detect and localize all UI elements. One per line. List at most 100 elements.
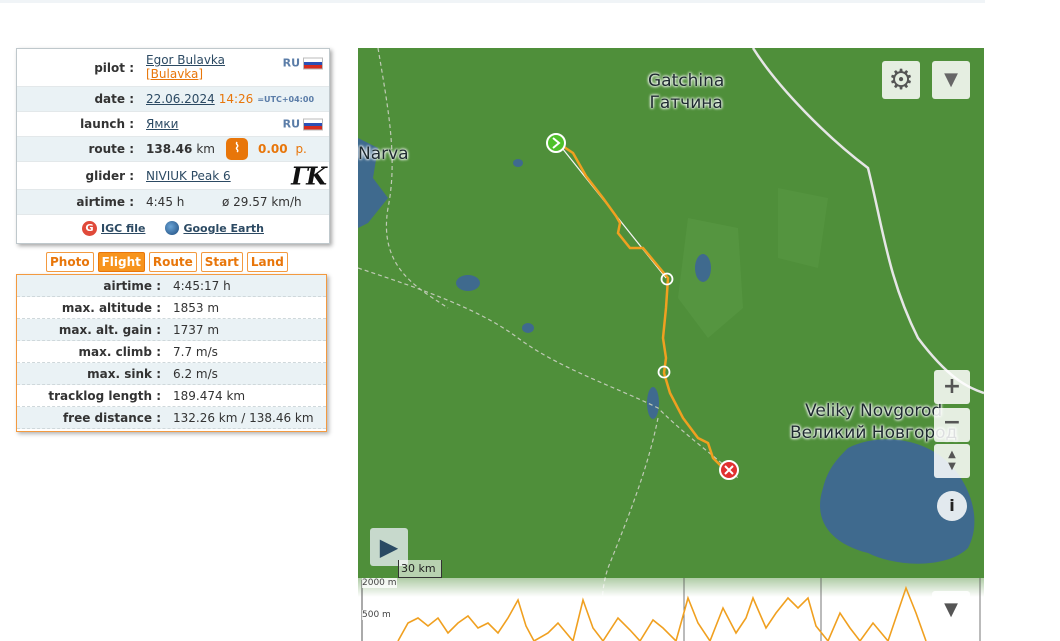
google-earth-icon (165, 221, 180, 235)
route-row: route : 138.46 km ⌇ 0.00 p. (17, 137, 329, 162)
route-points: 0.00 (258, 142, 288, 156)
date-row: date : 22.06.2024 14:26 =UTC+04:00 (17, 87, 329, 112)
novgorod-ru: Великий Новгород (790, 423, 958, 443)
flight-map[interactable]: Gatchina Гатчина Narva Veliky Novgorod В… (358, 48, 984, 641)
route-points-wrap: 0.00 p. (258, 142, 307, 156)
glider-link[interactable]: NIVIUK Peak 6 (146, 169, 231, 183)
plus-icon: + (942, 374, 962, 399)
gatchina-ru: Гатчина (649, 93, 723, 113)
stat-label: tracklog length : (48, 388, 161, 403)
graph-label-top: 2000 m (362, 578, 397, 588)
launch-country-code: RU (282, 117, 300, 131)
map-label-narva: Narva (358, 144, 409, 164)
niviuk-logo-icon: ΓK (291, 161, 327, 190)
gear-icon: ⚙ (888, 63, 914, 96)
map-canvas (358, 48, 984, 641)
route-label: route : (88, 142, 134, 156)
file-links: G IGC file Google Earth (17, 215, 329, 241)
map-info-button[interactable]: i (937, 491, 967, 521)
stat-value: 6.2 m/s (173, 366, 218, 381)
map-label-gatchina: Gatchina Гатчина (648, 70, 724, 114)
play-icon: ▶ (379, 533, 399, 561)
time-value: 14:26 (218, 92, 254, 106)
tab-photo[interactable]: Photo (46, 252, 94, 272)
launch-row: launch : Ямки RU (17, 112, 329, 137)
chevron-down-icon: ▼ (944, 599, 958, 620)
stat-label: max. altitude : (61, 300, 161, 315)
stat-value: 1737 m (173, 322, 220, 337)
minus-icon: − (942, 410, 962, 435)
flight-tabs: Photo Flight Route Start Land (46, 252, 288, 272)
pilot-country: RU (283, 57, 323, 70)
page-top-strip (0, 0, 985, 3)
airtime-value: 4:45 h (146, 195, 185, 209)
arrow-down-icon: ▼ (948, 461, 956, 472)
route-unit: km (196, 142, 215, 156)
stat-value: 7.7 m/s (173, 344, 218, 359)
stat-row: airtime : 4:45:17 h (17, 275, 326, 297)
lake (522, 323, 534, 333)
stat-label: free distance : (62, 410, 161, 425)
glider-value: NIVIUK Peak 6 ΓK (140, 161, 329, 190)
launch-link[interactable]: Ямки (146, 117, 178, 131)
glider-row: glider : NIVIUK Peak 6 ΓK (17, 161, 329, 190)
pilot-country-code: RU (282, 56, 300, 70)
map-label-novgorod: Veliky Novgorod Великий Новгород (790, 400, 957, 444)
graph-label-mid: 500 m (362, 610, 391, 620)
gatchina-en: Gatchina (648, 71, 725, 91)
route-type-icon[interactable]: ⌇ (226, 138, 248, 160)
map-settings-button[interactable]: ⚙ (882, 61, 920, 99)
route-value: 138.46 km ⌇ 0.00 p. (140, 137, 329, 161)
date-value: 22.06.2024 14:26 =UTC+04:00 (140, 87, 329, 111)
stat-value: 189.474 km (173, 388, 246, 403)
launch-value: Ямки RU (140, 112, 329, 136)
stat-row: max. sink : 6.2 m/s (17, 363, 326, 385)
airtime-row: airtime : 4:45 h ø 29.57 km/h (17, 190, 329, 215)
launch-country: RU (283, 118, 323, 131)
altitude-profile (397, 585, 927, 641)
map-scale-bar: 30 km (398, 560, 442, 578)
flight-info-panel: pilot : Egor Bulavka [Bulavka] RU date :… (16, 48, 330, 244)
graph-toggle-button[interactable]: ▼ (932, 591, 970, 629)
google-earth-link-wrap[interactable]: Google Earth (165, 221, 264, 235)
tab-flight[interactable]: Flight (97, 252, 145, 272)
glider-label: glider : (85, 168, 134, 183)
pilot-value: Egor Bulavka [Bulavka] RU (140, 49, 329, 86)
lake (695, 254, 711, 282)
map-menu-button[interactable]: ▼ (932, 61, 970, 99)
lake (513, 159, 523, 167)
tab-route[interactable]: Route (148, 252, 197, 272)
zoom-out-button[interactable]: − (934, 408, 970, 442)
russia-flag-icon (303, 57, 323, 69)
date-label: date : (94, 92, 134, 106)
chevron-down-icon: ▼ (944, 69, 958, 90)
flight-stats-panel: airtime : 4:45:17 h max. altitude : 1853… (16, 274, 327, 432)
stat-row: max. climb : 7.7 m/s (17, 341, 326, 363)
google-earth-link[interactable]: Google Earth (183, 222, 264, 235)
novgorod-en: Veliky Novgorod (805, 401, 943, 421)
pilot-label: pilot : (94, 60, 134, 75)
stat-value: 1853 m (173, 300, 220, 315)
stat-label: airtime : (103, 278, 161, 293)
date-link[interactable]: 22.06.2024 (146, 92, 215, 106)
info-icon: i (949, 496, 955, 515)
russia-flag-icon (303, 118, 323, 130)
tab-start[interactable]: Start (200, 252, 243, 272)
altitude-graph[interactable]: 2000 m 500 m (358, 578, 984, 641)
stat-row: max. alt. gain : 1737 m (17, 319, 326, 341)
zoom-in-button[interactable]: + (934, 370, 970, 404)
stat-label: max. sink : (87, 366, 161, 381)
zoom-slider-button[interactable]: ▲ ▼ (934, 444, 970, 478)
tab-land[interactable]: Land (246, 252, 288, 272)
stat-value: 4:45:17 h (173, 278, 231, 293)
route-distance: 138.46 (146, 142, 193, 156)
igc-file-link-wrap[interactable]: G IGC file (82, 220, 145, 236)
start-marker[interactable] (546, 133, 566, 153)
route-points-unit: p. (295, 142, 307, 156)
igc-file-link[interactable]: IGC file (101, 222, 145, 235)
lake (647, 387, 659, 419)
timezone: =UTC+04:00 (257, 94, 315, 104)
avg-speed: ø 29.57 km/h (222, 195, 302, 209)
stat-row: max. altitude : 1853 m (17, 297, 326, 319)
airtime-label: airtime : (76, 195, 134, 209)
